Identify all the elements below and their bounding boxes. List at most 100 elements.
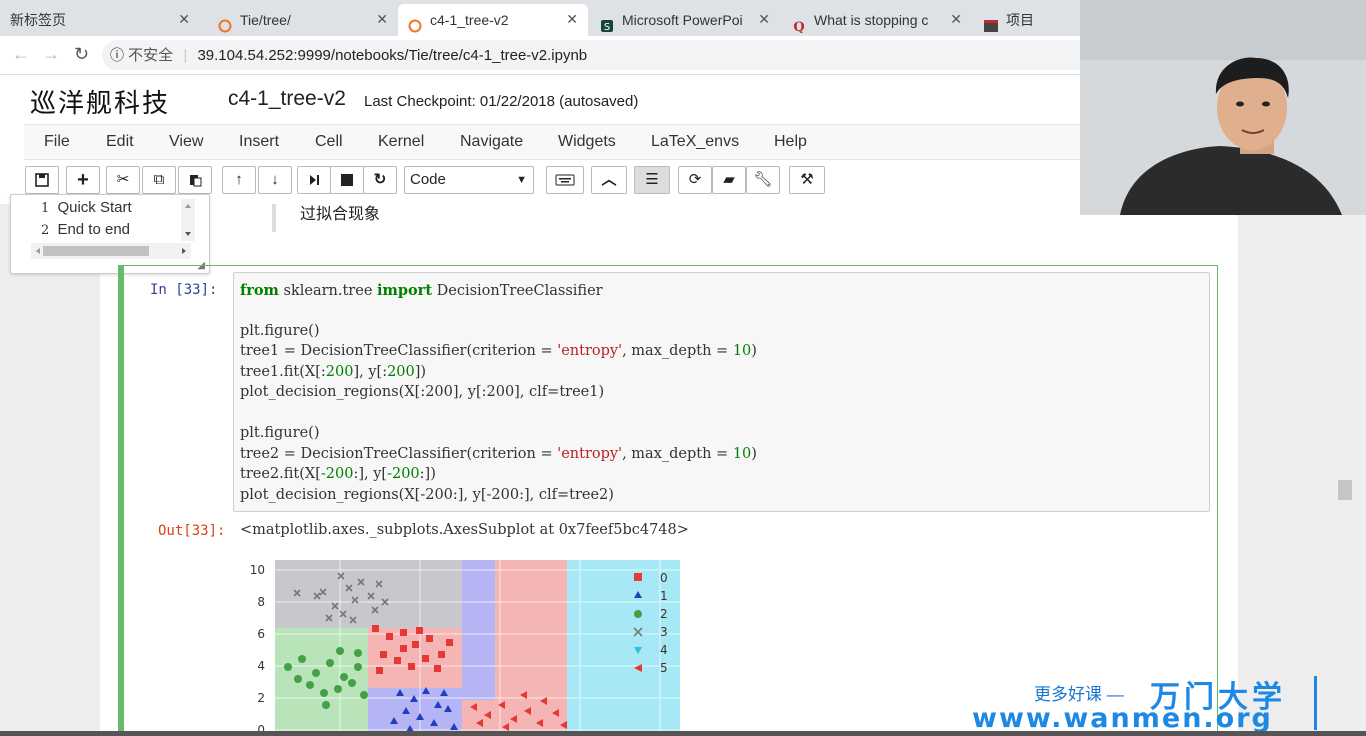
copy-icon[interactable]: ⧉ bbox=[142, 166, 176, 194]
legend-label: 4 bbox=[660, 643, 668, 657]
y-tick-label: 6 bbox=[257, 627, 265, 641]
paste-icon[interactable] bbox=[178, 166, 212, 194]
keyboard-icon[interactable] bbox=[546, 166, 584, 194]
code-line: plt.figure() bbox=[240, 323, 320, 339]
tab-notebook[interactable]: c4-1_tree-v2 ✕ bbox=[398, 4, 588, 36]
code-line: tree2.fit(X[-200:], y[-200:]) bbox=[240, 466, 436, 482]
toc-item-label: End to end bbox=[57, 221, 131, 238]
toc-horizontal-scrollbar[interactable] bbox=[31, 243, 191, 259]
presenter-video bbox=[1080, 0, 1366, 215]
toc-vertical-scrollbar[interactable] bbox=[181, 199, 195, 241]
watermark-url: www.wanmen.org bbox=[972, 703, 1273, 734]
run-icon[interactable] bbox=[297, 166, 331, 194]
toc-panel: 1 Quick Start 2 End to end ◢ bbox=[10, 194, 210, 274]
y-tick-label: 2 bbox=[257, 691, 265, 705]
close-icon[interactable]: ✕ bbox=[566, 4, 578, 34]
legend-label: 3 bbox=[660, 625, 668, 639]
tab-powerpoint[interactable]: S Microsoft PowerPoi ✕ bbox=[590, 4, 780, 36]
gavel-icon[interactable]: ⚒ bbox=[789, 166, 825, 194]
svg-text:Q: Q bbox=[793, 20, 804, 33]
tab-project[interactable]: 项目 bbox=[974, 4, 1080, 36]
book-icon[interactable]: ▰ bbox=[712, 166, 746, 194]
checkpoint-status: Last Checkpoint: 01/22/2018 (autosaved) bbox=[364, 93, 639, 110]
quora-icon: Q bbox=[792, 13, 806, 35]
tab-label: Tie/tree/ bbox=[240, 12, 291, 29]
save-icon[interactable] bbox=[25, 166, 59, 194]
jupyter-icon bbox=[408, 13, 422, 33]
legend-label: 2 bbox=[660, 607, 668, 621]
jupyter-header: 巡洋舰科技 c4-1_tree-v2 Last Checkpoint: 01/2… bbox=[0, 75, 1080, 123]
close-icon[interactable]: ✕ bbox=[178, 4, 190, 34]
bottom-edge bbox=[0, 731, 1366, 736]
watermark-divider bbox=[1314, 676, 1317, 730]
menu-edit[interactable]: Edit bbox=[106, 133, 134, 151]
toc-item-end-to-end[interactable]: 2 End to end bbox=[41, 221, 130, 238]
chevron-up-icon[interactable]: ︿ bbox=[591, 166, 627, 194]
legend-marker-0 bbox=[634, 573, 642, 581]
close-icon[interactable]: ✕ bbox=[758, 4, 770, 34]
menu-widgets[interactable]: Widgets bbox=[558, 133, 616, 151]
code-line: tree1.fit(X[:200], y[:200]) bbox=[240, 364, 427, 380]
menu-latex-envs[interactable]: LaTeX_envs bbox=[651, 133, 739, 151]
menu-kernel[interactable]: Kernel bbox=[378, 133, 424, 151]
tab-label: What is stopping c bbox=[814, 12, 929, 29]
y-tick-label: 4 bbox=[257, 659, 265, 673]
back-arrow-icon[interactable]: ← bbox=[12, 44, 30, 65]
code-line: from sklearn.tree import DecisionTreeCla… bbox=[240, 282, 603, 299]
url-text: 39.104.54.252:9999/notebooks/Tie/tree/c4… bbox=[197, 47, 588, 64]
refresh-icon[interactable]: ⟳ bbox=[678, 166, 712, 194]
menu-help[interactable]: Help bbox=[774, 133, 807, 151]
watermark-text: 更多好课 — bbox=[1034, 685, 1124, 704]
restart-icon[interactable]: ↻ bbox=[363, 166, 397, 194]
legend-label: 5 bbox=[660, 661, 668, 675]
tab-label: 项目 bbox=[1006, 12, 1034, 29]
output-text: <matplotlib.axes._subplots.AxesSubplot a… bbox=[240, 522, 689, 538]
forward-arrow-icon[interactable]: → bbox=[42, 44, 60, 65]
wrench-icon[interactable]: 🔧︎ bbox=[746, 166, 780, 194]
tab-quora[interactable]: Q What is stopping c ✕ bbox=[782, 4, 972, 36]
menu-view[interactable]: View bbox=[169, 133, 203, 151]
svg-text:S: S bbox=[604, 22, 610, 33]
cut-icon[interactable]: ✂ bbox=[106, 166, 140, 194]
cell-type-value: Code bbox=[410, 171, 446, 188]
y-tick-label: 8 bbox=[257, 595, 265, 609]
toc-item-number: 1 bbox=[41, 201, 50, 216]
legend-label: 1 bbox=[660, 589, 668, 603]
menu-cell[interactable]: Cell bbox=[315, 133, 343, 151]
menu-navigate[interactable]: Navigate bbox=[460, 133, 523, 151]
msu-logo-icon: S bbox=[600, 13, 614, 33]
notebook-name[interactable]: c4-1_tree-v2 bbox=[228, 87, 346, 111]
toc-item-label: Quick Start bbox=[57, 199, 132, 216]
insecure-label: 不安全 bbox=[128, 47, 174, 64]
input-prompt: In [33]: bbox=[150, 282, 218, 298]
chevron-down-icon: ▼ bbox=[516, 174, 527, 186]
reload-icon[interactable]: ↻ bbox=[74, 44, 89, 65]
move-up-icon[interactable]: ↑ bbox=[222, 166, 256, 194]
move-down-icon[interactable]: ↓ bbox=[258, 166, 292, 194]
markdown-cell-border bbox=[272, 204, 276, 232]
toc-item-quick-start[interactable]: 1 Quick Start bbox=[41, 199, 132, 216]
toc-list-icon[interactable]: ☰ bbox=[634, 166, 670, 194]
menu-insert[interactable]: Insert bbox=[239, 133, 279, 151]
code-line: plot_decision_regions(X[:200], y[:200], … bbox=[240, 384, 605, 400]
cell-type-select[interactable]: Code ▼ bbox=[404, 166, 534, 194]
close-icon[interactable]: ✕ bbox=[950, 4, 962, 34]
legend-marker-2 bbox=[634, 610, 642, 618]
project-icon bbox=[984, 13, 998, 33]
code-line: plot_decision_regions(X[-200:], y[-200:]… bbox=[240, 487, 614, 503]
code-line: tree2 = DecisionTreeClassifier(criterion… bbox=[240, 446, 757, 462]
code-line: tree1 = DecisionTreeClassifier(criterion… bbox=[240, 343, 757, 359]
output-prompt: Out[33]: bbox=[158, 523, 226, 539]
toc-item-number: 2 bbox=[41, 223, 50, 238]
tab-label: Microsoft PowerPoi bbox=[622, 12, 743, 29]
menu-file[interactable]: File bbox=[44, 133, 70, 151]
add-cell-icon[interactable]: + bbox=[66, 166, 100, 194]
tab-new-tab[interactable]: 新标签页 ✕ bbox=[0, 4, 200, 36]
y-tick-labels: 10 8 6 4 2 0 bbox=[250, 563, 265, 736]
page-scrollbar-thumb[interactable] bbox=[1338, 480, 1352, 500]
code-line: plt.figure() bbox=[240, 425, 320, 441]
close-icon[interactable]: ✕ bbox=[376, 4, 388, 34]
tab-tie-tree[interactable]: Tie/tree/ ✕ bbox=[208, 4, 398, 36]
stop-icon[interactable] bbox=[330, 166, 364, 194]
info-icon[interactable]: ⓘ bbox=[110, 47, 124, 63]
